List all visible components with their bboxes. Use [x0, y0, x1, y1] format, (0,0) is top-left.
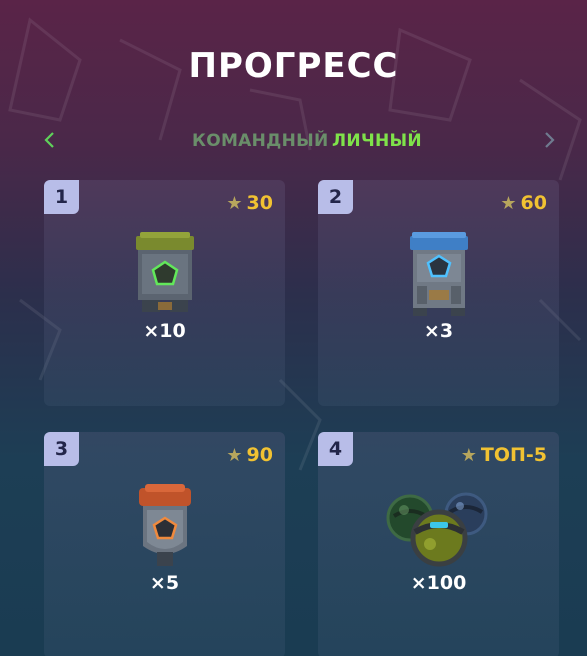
cost-value: 30: [246, 192, 273, 214]
rank-badge: 1: [44, 180, 79, 214]
cost-value: 90: [246, 444, 273, 466]
reward-card-3[interactable]: 3 ★ 90 ×5: [44, 432, 285, 656]
tab-team[interactable]: КОМАНДНЫЙ: [192, 131, 329, 151]
chevron-left-icon[interactable]: [38, 128, 62, 152]
star-icon: ★: [500, 192, 517, 214]
cost-value: 60: [520, 192, 547, 214]
blue-container-icon: [404, 232, 474, 320]
green-container-icon: [130, 232, 200, 318]
chevron-right-icon[interactable]: [537, 128, 561, 152]
reward-card-2[interactable]: 2 ★ 60 ×3: [318, 180, 559, 406]
page-title: ПРОГРЕСС: [188, 46, 399, 86]
cost-value: ТОП-5: [480, 444, 547, 466]
star-icon: ★: [460, 444, 477, 466]
orange-container-icon: [135, 484, 195, 572]
quantity: ×3: [423, 320, 454, 342]
spheres-icon: [384, 486, 494, 574]
rank-badge: 3: [44, 432, 79, 466]
cost: ★ ТОП-5: [461, 444, 547, 466]
star-icon: ★: [226, 192, 243, 214]
cost: ★ 30: [226, 192, 273, 214]
quantity: ×5: [149, 572, 180, 594]
cost: ★ 60: [500, 192, 547, 214]
reward-card-4[interactable]: 4 ★ ТОП-5 ×100: [318, 432, 559, 656]
reward-card-1[interactable]: 1 ★ 30 ×10: [44, 180, 285, 406]
rank-badge: 2: [318, 180, 353, 214]
cost: ★ 90: [226, 444, 273, 466]
rank-badge: 4: [318, 432, 353, 466]
star-icon: ★: [226, 444, 243, 466]
quantity: ×10: [143, 320, 186, 342]
quantity: ×100: [410, 572, 467, 594]
tab-personal[interactable]: ЛИЧНЫЙ: [332, 131, 422, 151]
